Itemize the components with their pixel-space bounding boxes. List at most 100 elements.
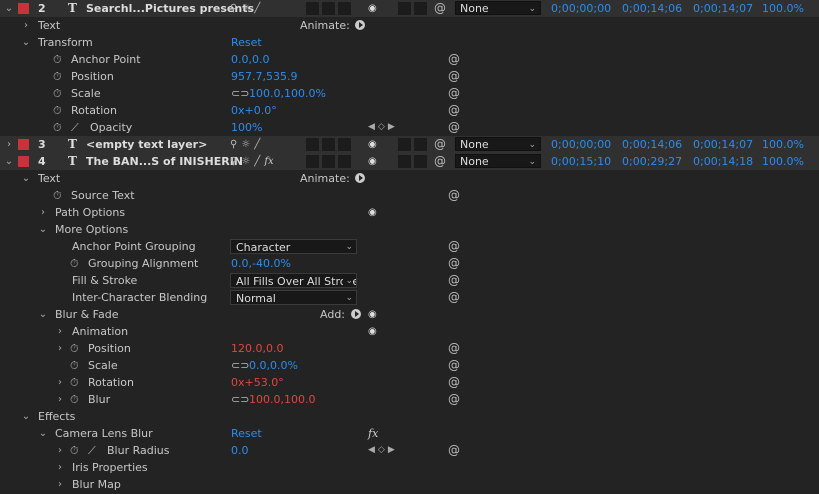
prop-text[interactable]: › Text Animate:	[0, 17, 819, 34]
stopwatch-icon[interactable]: ⏱	[53, 187, 62, 204]
graph-icon[interactable]: ⟋	[88, 442, 96, 459]
prop-transform[interactable]: ⌄ Transform Reset	[0, 34, 819, 51]
pick-whip-icon[interactable]: @	[448, 68, 460, 85]
switch-box[interactable]	[322, 155, 335, 168]
layer-name[interactable]: <empty text layer>	[86, 136, 207, 153]
graph-icon[interactable]: ⟋	[71, 119, 79, 136]
solo-box[interactable]	[414, 2, 427, 15]
fx-icon[interactable]: fx	[368, 425, 378, 442]
out-time[interactable]: 0;00;29;27	[622, 153, 682, 170]
fx-icon[interactable]: fx	[264, 153, 273, 170]
prop-scale[interactable]: ⏱ Scale ⊂⊃ 100.0,100.0% @	[0, 85, 819, 102]
prop-blur-fade[interactable]: ⌄ Blur & Fade Add: ◉	[0, 306, 819, 323]
in-time[interactable]: 0;00;15;10	[551, 153, 611, 170]
in-time[interactable]: 0;00;00;00	[551, 0, 611, 17]
twirl-open-icon[interactable]: ⌄	[4, 0, 14, 17]
prop-anchor-point-grouping[interactable]: Anchor Point Grouping Character ⌄ @	[0, 238, 819, 255]
animate-menu[interactable]: Animate:	[300, 17, 366, 34]
switch-box[interactable]	[306, 155, 319, 168]
pick-whip-icon[interactable]: @	[448, 51, 460, 68]
prop-more-options[interactable]: ⌄ More Options	[0, 221, 819, 238]
layer-switches[interactable]: ⚲ ☼ ╱	[230, 0, 260, 17]
twirl-closed-icon[interactable]: ›	[38, 204, 48, 221]
duration[interactable]: 0;00;14;07	[693, 0, 753, 17]
prop-animation[interactable]: › Animation ◉	[0, 323, 819, 340]
play-icon[interactable]	[355, 173, 366, 183]
prop-position[interactable]: ⏱ Position 957.7,535.9 @	[0, 68, 819, 85]
switch-box[interactable]	[338, 155, 351, 168]
duration[interactable]: 0;00;14;18	[693, 153, 753, 170]
twirl-open-icon[interactable]: ⌄	[21, 170, 31, 187]
layer-name[interactable]: The BAN...S of INISHERIN	[86, 153, 243, 170]
stretch[interactable]: 100.0%	[762, 136, 804, 153]
twirl-closed-icon[interactable]: ›	[4, 136, 14, 153]
parent-select[interactable]: None ⌄	[455, 137, 541, 151]
prop-source-text[interactable]: ⏱ Source Text @	[0, 187, 819, 204]
label-color-swatch[interactable]	[18, 3, 29, 14]
prop-bf-rotation[interactable]: › ⏱ Rotation 0x+53.0° @	[0, 374, 819, 391]
prop-blur-radius[interactable]: › ⏱ ⟋ Blur Radius 0.0 ◀◇▶ @	[0, 442, 819, 459]
add-menu[interactable]: Add:	[320, 306, 361, 323]
pick-whip-icon[interactable]: @	[448, 391, 460, 408]
stretch[interactable]: 100.0%	[762, 0, 804, 17]
link-icon[interactable]: ⊂⊃	[231, 85, 249, 102]
animate-menu[interactable]: Animate:	[300, 170, 366, 187]
pick-whip-icon[interactable]: @	[448, 187, 460, 204]
pick-whip-icon[interactable]: @	[434, 153, 446, 170]
twirl-open-icon[interactable]: ⌄	[38, 221, 48, 238]
switch-box[interactable]	[322, 138, 335, 151]
duration[interactable]: 0;00;14;07	[693, 136, 753, 153]
stopwatch-icon[interactable]: ⏱	[53, 68, 62, 85]
prop-text[interactable]: ⌄ Text Animate:	[0, 170, 819, 187]
shy-icon[interactable]: ⚲	[230, 136, 237, 153]
audio-box[interactable]	[398, 2, 411, 15]
switch-box[interactable]	[306, 138, 319, 151]
prop-rotation[interactable]: ⏱ Rotation 0x+0.0° @	[0, 102, 819, 119]
stopwatch-icon[interactable]: ⏱	[53, 102, 62, 119]
solo-box[interactable]	[414, 155, 427, 168]
in-time[interactable]: 0;00;00;00	[551, 136, 611, 153]
audio-box[interactable]	[398, 138, 411, 151]
twirl-open-icon[interactable]: ⌄	[21, 34, 31, 51]
pick-whip-icon[interactable]: @	[448, 255, 460, 272]
layer-row-2[interactable]: ⌄ 2 T Searchl...Pictures presents ⚲ ☼ ╱ ◉ …	[0, 0, 819, 17]
switch-box[interactable]	[338, 138, 351, 151]
property-value[interactable]: 957.7,535.9	[231, 68, 297, 85]
twirl-closed-icon[interactable]: ›	[55, 442, 65, 459]
pick-whip-icon[interactable]: @	[448, 340, 460, 357]
pick-whip-icon[interactable]: @	[448, 238, 460, 255]
collapse-icon[interactable]: ☼	[241, 136, 250, 153]
pick-whip-icon[interactable]: @	[448, 102, 460, 119]
pick-whip-icon[interactable]: @	[448, 289, 460, 306]
eye-icon[interactable]: ◉	[368, 306, 377, 323]
prop-bf-blur[interactable]: › ⏱ Blur ⊂⊃ 100.0,100.0 @	[0, 391, 819, 408]
prop-grouping-alignment[interactable]: ⏱ Grouping Alignment 0.0,-40.0% @	[0, 255, 819, 272]
stopwatch-icon[interactable]: ⏱	[70, 391, 79, 408]
property-value[interactable]: 0.0,0.0%	[249, 357, 298, 374]
stopwatch-icon[interactable]: ⏱	[70, 374, 79, 391]
property-value[interactable]: 0x+0.0°	[231, 102, 277, 119]
stopwatch-icon[interactable]: ⏱	[70, 340, 79, 357]
stopwatch-icon[interactable]: ⏱	[70, 255, 79, 272]
stopwatch-icon[interactable]: ⏱	[70, 357, 79, 374]
link-icon[interactable]: ⊂⊃	[231, 391, 249, 408]
property-value[interactable]: 100.0,100.0%	[249, 85, 326, 102]
prop-iris-properties[interactable]: › Iris Properties	[0, 459, 819, 476]
blending-dropdown[interactable]: Normal ⌄	[230, 290, 357, 305]
switch-box[interactable]	[338, 2, 351, 15]
keyframe-navigator[interactable]: ◀◇▶	[368, 442, 398, 459]
quality-icon[interactable]: ╱	[254, 0, 260, 17]
property-value[interactable]: 120.0,0.0	[231, 340, 283, 357]
shy-icon[interactable]: ⚲	[230, 153, 237, 170]
prop-blur-map[interactable]: › Blur Map	[0, 476, 819, 493]
label-color-swatch[interactable]	[18, 139, 29, 150]
keyframe-navigator[interactable]: ◀◇▶	[368, 119, 398, 136]
collapse-icon[interactable]: ☼	[241, 153, 250, 170]
switch-box[interactable]	[306, 2, 319, 15]
twirl-closed-icon[interactable]: ›	[55, 374, 65, 391]
eye-icon[interactable]: ◉	[368, 153, 377, 170]
collapse-icon[interactable]: ☼	[241, 0, 250, 17]
prop-camera-lens-blur[interactable]: ⌄ Camera Lens Blur Reset fx	[0, 425, 819, 442]
twirl-closed-icon[interactable]: ›	[55, 340, 65, 357]
pick-whip-icon[interactable]: @	[448, 374, 460, 391]
